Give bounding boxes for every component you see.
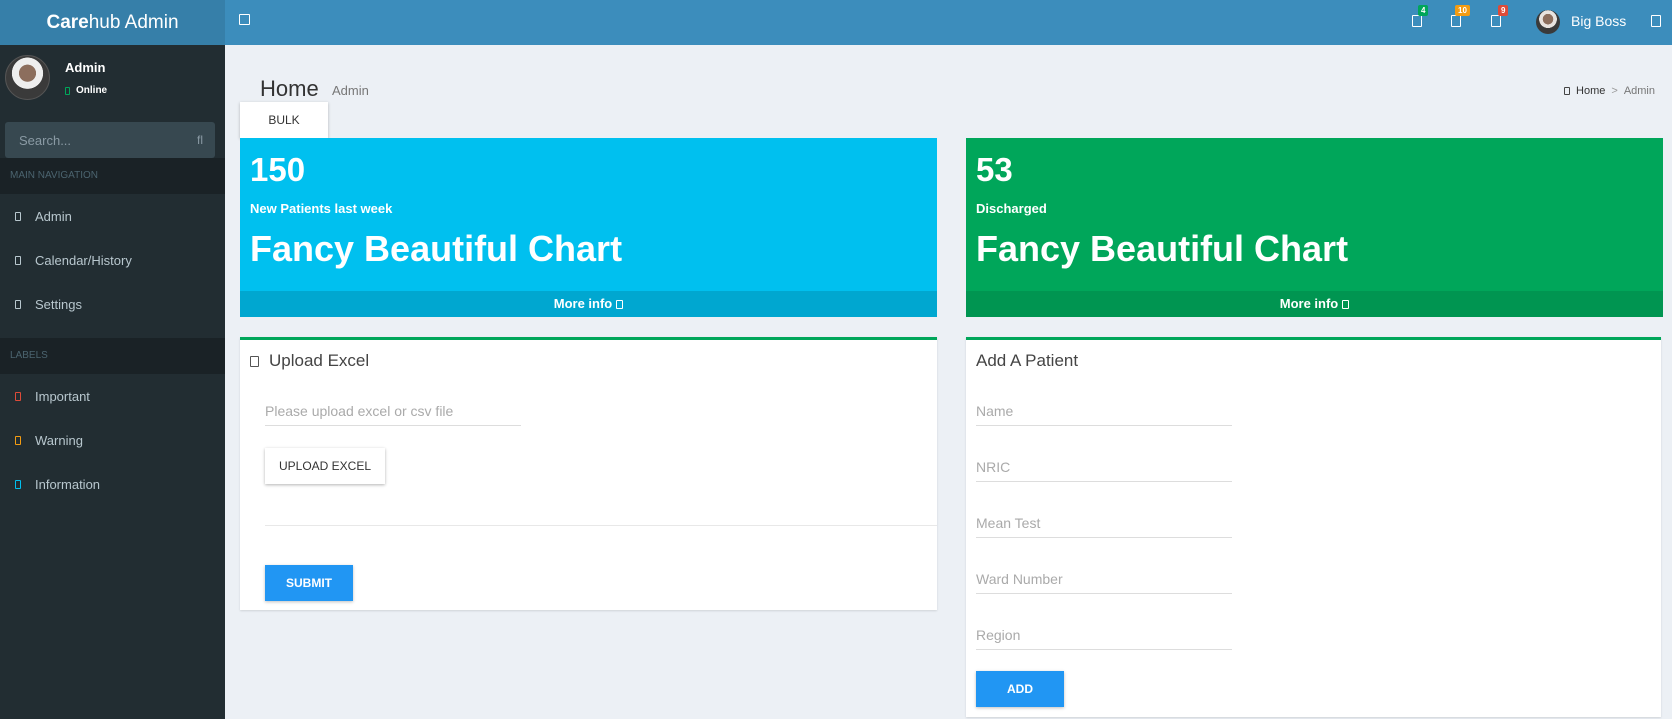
breadcrumb-home[interactable]: Home (1576, 85, 1605, 97)
tasks-icon[interactable] (1491, 15, 1501, 27)
mean-test-field[interactable] (976, 508, 1232, 538)
sidebar-label-warning[interactable]: Warning (0, 418, 225, 462)
more-info-link[interactable]: More info (240, 291, 937, 317)
panel-title-text: Upload Excel (269, 351, 370, 370)
calendar-icon (15, 255, 21, 265)
region-field[interactable] (976, 620, 1232, 650)
sidebar-user-avatar (5, 55, 50, 100)
breadcrumb-current: Admin (1623, 85, 1655, 97)
sidebar-item-label: Settings (35, 296, 82, 312)
stat-number: 150 (250, 151, 306, 188)
notifications-badge: 10 (1455, 5, 1470, 16)
sidebar-toggle-icon[interactable] (239, 14, 250, 25)
panel-title: Add A Patient (976, 351, 1078, 371)
sidebar-item-calendar-history[interactable]: Calendar/History (0, 238, 225, 282)
tab-bulk[interactable]: BULK (240, 102, 328, 138)
sidebar-user-name: Admin (65, 60, 106, 75)
dashboard-icon (1564, 87, 1571, 95)
circle-warning-icon (15, 435, 21, 445)
submit-button[interactable]: SUBMIT (265, 565, 353, 601)
breadcrumb-separator: > (1611, 85, 1618, 97)
circle-important-icon (15, 391, 21, 401)
top-navbar: 4 10 9 Big Boss (225, 0, 1672, 45)
user-menu-name[interactable]: Big Boss (1571, 13, 1626, 29)
stat-chart-placeholder: Fancy Beautiful Chart (250, 228, 623, 269)
labels-header: LABELS (0, 338, 225, 374)
upload-excel-panel: Upload Excel UPLOAD EXCEL SUBMIT (240, 337, 937, 610)
panel-title-text: Add A Patient (976, 351, 1079, 370)
stat-chart-placeholder: Fancy Beautiful Chart (976, 228, 1349, 269)
sidebar-item-label: Calendar/History (35, 252, 132, 268)
sidebar-item-label: Information (35, 476, 101, 492)
brand-logo[interactable]: Care hub Admin (0, 0, 225, 45)
more-info-label: More info (553, 296, 613, 311)
brand-bold: Care (46, 11, 89, 33)
ward-number-field[interactable] (976, 564, 1232, 594)
sidebar-label-important[interactable]: Important (0, 374, 225, 418)
online-circle-icon (65, 86, 70, 95)
file-excel-icon (250, 355, 259, 367)
arrow-circle-right-icon (616, 300, 624, 309)
tasks-badge: 9 (1498, 5, 1509, 16)
add-patient-panel: Add A Patient ADD (966, 337, 1661, 717)
user-avatar[interactable] (1536, 10, 1560, 34)
more-info-link[interactable]: More info (966, 291, 1663, 317)
breadcrumb: Home > Admin (1564, 85, 1655, 97)
arrow-circle-right-icon (1342, 300, 1350, 309)
sidebar-search: fl (5, 122, 215, 158)
sidebar-item-label: Warning (35, 432, 83, 448)
sidebar-item-admin[interactable]: Admin (0, 194, 225, 238)
messages-badge: 4 (1418, 5, 1429, 16)
sidebar-search-input[interactable] (5, 122, 185, 158)
square-icon (15, 211, 21, 221)
nric-field[interactable] (976, 452, 1232, 482)
sidebar-item-settings[interactable]: Settings (0, 282, 225, 326)
upload-excel-button[interactable]: UPLOAD EXCEL (265, 448, 385, 484)
gear-icon (15, 299, 21, 309)
upload-file-field[interactable] (265, 396, 521, 426)
status-text: Online (76, 85, 108, 96)
more-info-label: More info (1279, 296, 1339, 311)
stat-number: 53 (976, 151, 1013, 188)
main-navigation-header: MAIN NAVIGATION (0, 158, 225, 194)
sidebar-item-label: Important (35, 388, 90, 404)
brand-rest: hub Admin (88, 11, 179, 33)
stat-box-new-patients: 150 New Patients last week Fancy Beautif… (240, 138, 937, 317)
control-sidebar-gear-icon[interactable] (1651, 15, 1661, 27)
sidebar-user-status: Online (65, 85, 107, 96)
stat-label: New Patients last week (250, 201, 393, 216)
sidebar-item-label: Admin (35, 208, 72, 224)
circle-information-icon (15, 479, 21, 489)
page-title: Home (260, 76, 319, 101)
add-patient-button[interactable]: ADD (976, 671, 1064, 707)
stat-label: Discharged (976, 201, 1047, 216)
page-subtitle: Admin (332, 83, 369, 98)
name-field[interactable] (976, 396, 1232, 426)
sidebar-label-information[interactable]: Information (0, 462, 225, 506)
stat-box-discharged: 53 Discharged Fancy Beautiful Chart More… (966, 138, 1663, 317)
search-icon[interactable]: fl (197, 133, 203, 147)
divider (265, 525, 937, 526)
panel-title: Upload Excel (250, 351, 369, 371)
sidebar: Admin Online fl MAIN NAVIGATION Admin Ca… (0, 45, 225, 719)
messages-icon[interactable] (1412, 15, 1422, 27)
notifications-icon[interactable] (1451, 15, 1461, 27)
